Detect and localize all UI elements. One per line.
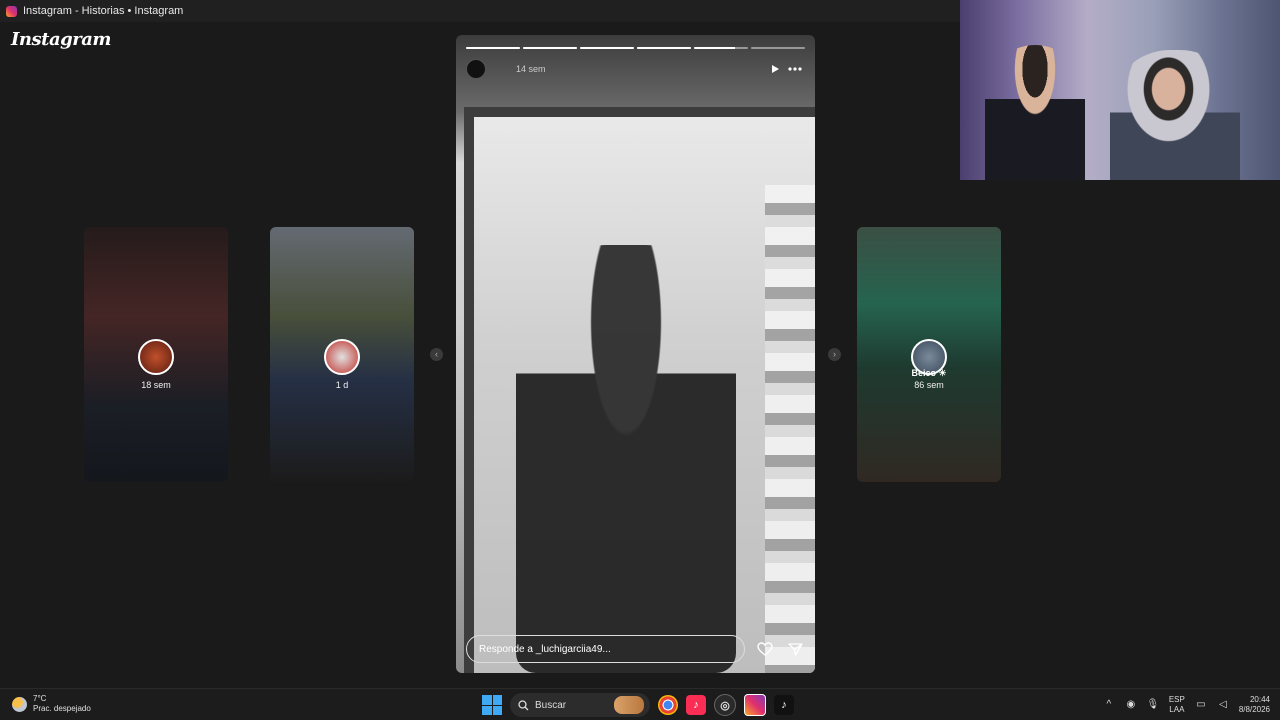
- main-story-viewer[interactable]: 14 sem: [456, 35, 815, 673]
- progress-segment: [694, 47, 748, 49]
- story-image-curtain: [765, 185, 815, 673]
- play-icon[interactable]: [765, 59, 785, 79]
- start-button[interactable]: [482, 695, 502, 715]
- system-tray: ^ ◉ 🎙 ESP LAA ▭ ◁ 20:44 8/8/2026: [1103, 689, 1270, 720]
- story-reply-bar: [466, 635, 805, 663]
- webcam-person-1: [985, 45, 1085, 180]
- windows-taskbar: 7°C Prac. despejado Buscar ♪ ◎ ♪ ^ ◉ 🎙 E…: [0, 688, 1280, 720]
- progress-segment: [580, 47, 634, 49]
- story-time: 86 sem: [914, 380, 944, 390]
- send-icon[interactable]: [785, 639, 805, 659]
- weather-icon: [12, 696, 27, 712]
- reply-input[interactable]: [466, 635, 745, 663]
- network-icon[interactable]: ▭: [1195, 699, 1207, 711]
- progress-segment-fill: [523, 47, 577, 49]
- story-time: 1 d: [335, 380, 349, 390]
- story-avatar: [324, 339, 360, 375]
- language-indicator[interactable]: ESP LAA: [1169, 695, 1185, 715]
- instagram-logo[interactable]: Instagram: [11, 29, 111, 50]
- next-story-button[interactable]: ›: [828, 348, 841, 361]
- story-avatar: [138, 339, 174, 375]
- chrome-icon[interactable]: [658, 695, 678, 715]
- search-icon: [518, 699, 529, 710]
- clock[interactable]: 20:44 8/8/2026: [1239, 695, 1270, 715]
- search-label: Buscar: [535, 699, 567, 711]
- window-title: Instagram - Historias • Instagram: [23, 5, 184, 17]
- progress-segment-fill: [694, 47, 735, 49]
- progress-segment: [523, 47, 577, 49]
- more-icon[interactable]: [785, 59, 805, 79]
- webcam-overlay: [960, 0, 1280, 180]
- progress-segment-fill: [637, 47, 691, 49]
- language-bottom: LAA: [1169, 704, 1185, 714]
- discord-icon[interactable]: ◉: [1125, 699, 1137, 711]
- story-header: 14 sem: [466, 59, 805, 79]
- instagram-app-icon: [6, 5, 17, 17]
- chevron-up-icon[interactable]: ^: [1103, 699, 1115, 711]
- weather-desc: Prac. despejado: [33, 704, 91, 713]
- story-time: 18 sem: [141, 380, 171, 390]
- progress-segment: [637, 47, 691, 49]
- story-time: 14 sem: [516, 64, 546, 74]
- story-card-3[interactable]: Beico ☀ 86 sem: [857, 227, 1001, 482]
- webcam-person-2: [1110, 50, 1240, 180]
- taskbar-search[interactable]: Buscar: [510, 693, 650, 717]
- progress-segment-fill: [466, 47, 520, 49]
- instagram-taskbar-icon[interactable]: [744, 694, 766, 716]
- heart-icon[interactable]: [755, 639, 775, 659]
- story-username: Beico ☀: [911, 368, 947, 378]
- previous-story-button[interactable]: ‹: [430, 348, 443, 361]
- taskbar-apps: Buscar ♪ ◎ ♪: [482, 693, 794, 717]
- microphone-icon[interactable]: 🎙: [1147, 699, 1160, 711]
- story-progress-bar: [466, 47, 805, 49]
- clock-date: 8/8/2026: [1238, 704, 1270, 714]
- app-icon[interactable]: ◎: [714, 694, 736, 716]
- tiktok-icon[interactable]: ♪: [774, 695, 794, 715]
- music-icon[interactable]: ♪: [686, 695, 706, 715]
- language-top: ESP: [1168, 694, 1185, 704]
- progress-segment: [466, 47, 520, 49]
- story-author-avatar[interactable]: [466, 59, 486, 79]
- weather-temp: 7°C: [33, 694, 47, 703]
- story-image-subject: [516, 245, 736, 673]
- search-highlight-image: [614, 696, 644, 714]
- story-card-1[interactable]: 18 sem: [84, 227, 228, 482]
- story-card-2[interactable]: 1 d: [270, 227, 414, 482]
- weather-widget[interactable]: 7°C Prac. despejado: [12, 694, 91, 714]
- clock-time: 20:44: [1249, 694, 1270, 704]
- volume-icon[interactable]: ◁: [1217, 699, 1229, 711]
- progress-segment: [751, 47, 805, 49]
- progress-segment-fill: [580, 47, 634, 49]
